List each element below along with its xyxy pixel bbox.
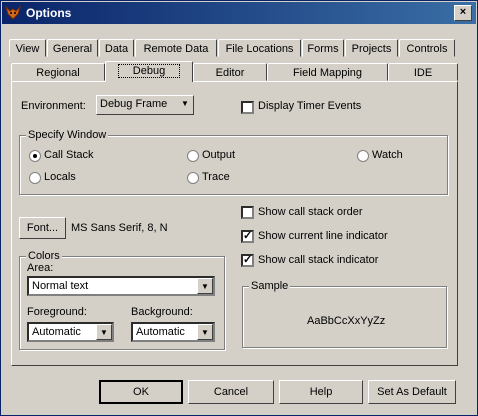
show-call-stack-indicator-checkbox[interactable]: ✓ [241, 254, 254, 267]
foreground-select[interactable]: Automatic ▼ [27, 322, 114, 342]
radio-call-stack[interactable] [29, 150, 41, 162]
show-call-stack-order-label: Show call stack order [258, 206, 363, 218]
display-timer-events-label: Display Timer Events [258, 100, 362, 112]
chevron-down-icon: ▼ [197, 324, 213, 340]
sample-legend: Sample [249, 280, 291, 292]
foreground-value: Automatic [32, 326, 81, 338]
radio-watch[interactable] [357, 150, 369, 162]
tab-forms[interactable]: Forms [302, 39, 344, 57]
tab-field-mapping[interactable]: Field Mapping [267, 63, 388, 81]
checkmark-icon: ✓ [243, 230, 253, 242]
sample-text: AaBbCcXxYyZz [307, 315, 386, 327]
specify-window-legend: Specify Window [26, 129, 109, 141]
radio-trace-label: Trace [202, 171, 230, 183]
background-label: Background: [131, 306, 193, 318]
foreground-label: Foreground: [27, 306, 87, 318]
set-as-default-button[interactable]: Set As Default [368, 380, 456, 404]
tab-general[interactable]: General [47, 39, 98, 57]
font-value: MS Sans Serif, 8, N [71, 222, 168, 234]
tab-projects[interactable]: Projects [345, 39, 398, 57]
close-icon: × [459, 6, 467, 18]
background-select[interactable]: Automatic ▼ [131, 322, 215, 342]
radio-output[interactable] [187, 150, 199, 162]
tab-controls[interactable]: Controls [399, 39, 455, 57]
options-dialog: Options × View General Data Remote Data … [0, 0, 478, 416]
close-button[interactable]: × [454, 5, 472, 21]
colors-legend: Colors [26, 250, 62, 262]
fox-icon [5, 5, 21, 20]
show-current-line-indicator-label: Show current line indicator [258, 230, 388, 242]
environment-value: Debug Frame [100, 98, 168, 110]
chevron-down-icon: ▼ [96, 324, 112, 340]
tab-file-locations[interactable]: File Locations [218, 39, 301, 57]
radio-locals-label: Locals [44, 171, 76, 183]
tab-data[interactable]: Data [99, 39, 134, 57]
show-call-stack-order-checkbox[interactable] [241, 206, 254, 219]
radio-trace[interactable] [187, 172, 199, 184]
font-button[interactable]: Font... [19, 217, 66, 239]
tab-regional[interactable]: Regional [11, 63, 105, 81]
area-value: Normal text [32, 280, 89, 292]
help-button[interactable]: Help [279, 380, 363, 404]
tab-view[interactable]: View [9, 39, 46, 57]
tab-remote-data[interactable]: Remote Data [135, 39, 217, 57]
show-current-line-indicator-checkbox[interactable]: ✓ [241, 230, 254, 243]
chevron-down-icon: ▼ [197, 278, 213, 294]
display-timer-events-checkbox[interactable] [241, 101, 254, 114]
area-select[interactable]: Normal text ▼ [27, 276, 215, 296]
radio-output-label: Output [202, 149, 236, 161]
checkmark-icon: ✓ [243, 254, 253, 266]
environment-label: Environment: [21, 100, 86, 112]
area-label: Area: [27, 262, 54, 274]
environment-select[interactable]: Debug Frame ▼ [96, 95, 194, 115]
ok-button[interactable]: OK [99, 380, 183, 404]
tab-ide[interactable]: IDE [388, 63, 458, 81]
tab-editor[interactable]: Editor [193, 63, 267, 81]
radio-locals[interactable] [29, 172, 41, 184]
chevron-down-icon: ▼ [177, 96, 193, 114]
radio-watch-label: Watch [372, 149, 403, 161]
title-bar[interactable]: Options × [2, 2, 476, 24]
radio-call-stack-label: Call Stack [44, 149, 94, 161]
window-title: Options [26, 6, 72, 20]
show-call-stack-indicator-label: Show call stack indicator [258, 254, 379, 266]
tab-debug[interactable]: Debug [105, 61, 193, 82]
cancel-button[interactable]: Cancel [188, 380, 274, 404]
specify-window-group: Specify Window [19, 129, 448, 195]
background-value: Automatic [136, 326, 185, 338]
